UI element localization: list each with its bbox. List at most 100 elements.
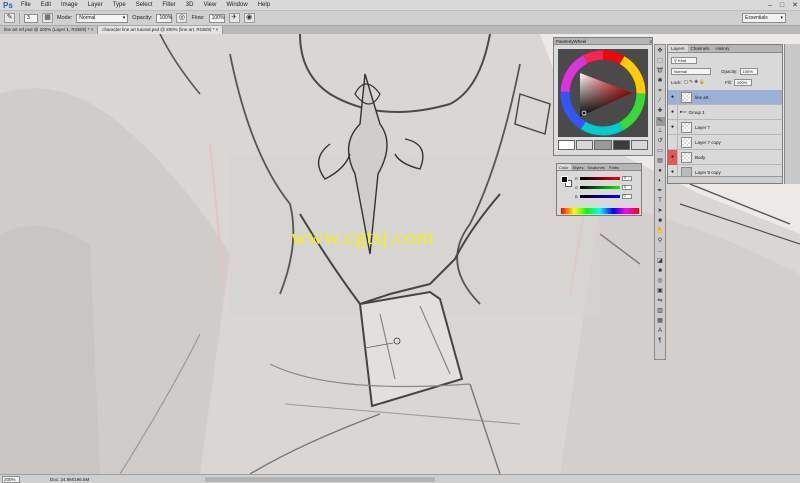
swatch[interactable]: [630, 140, 649, 150]
brush-icon[interactable]: ✎: [655, 117, 665, 126]
eyedropper-icon[interactable]: ⁄: [656, 97, 665, 106]
layer-row-body[interactable]: ● Body: [668, 149, 782, 165]
menu-select[interactable]: Select: [131, 0, 158, 11]
move-icon[interactable]: ✥: [656, 47, 665, 56]
screen-mode-icon[interactable]: ▣: [656, 287, 665, 296]
fill-field[interactable]: 100%: [733, 78, 752, 86]
quick-mask-icon[interactable]: ◎: [656, 277, 665, 286]
dodge-icon[interactable]: ◐: [656, 177, 665, 186]
close-icon[interactable]: ×: [91, 27, 94, 32]
doc-tab-character-line-art[interactable]: character line art tutorial.psd @ 200% (…: [98, 26, 224, 34]
slider-track-b[interactable]: [579, 195, 620, 198]
zoom-icon[interactable]: ⚲: [656, 237, 665, 246]
swatch[interactable]: [558, 140, 576, 150]
default-colors-icon[interactable]: ◪: [656, 257, 665, 266]
swatch[interactable]: [576, 140, 594, 150]
shape-icon[interactable]: ■: [656, 217, 665, 226]
brush-presets-icon[interactable]: ▦: [656, 317, 665, 326]
hand-icon[interactable]: ✋: [656, 227, 665, 236]
clone-source-icon[interactable]: ▥: [656, 307, 665, 316]
blend-mode-select[interactable]: Normal: [671, 67, 711, 75]
slider-value[interactable]: 0: [622, 185, 633, 190]
photoshop-window: Ps File Edit Image Layer Type Select Fil…: [0, 0, 800, 483]
gradient-icon[interactable]: ▤: [656, 157, 665, 166]
character-icon[interactable]: A: [656, 327, 665, 336]
zoom-field[interactable]: 200%: [2, 475, 20, 483]
foreground-color-swatch[interactable]: [561, 176, 568, 183]
menu-filter[interactable]: Filter: [157, 0, 180, 11]
color-wheel[interactable]: [558, 49, 648, 137]
workspace-select[interactable]: Essentials ▾: [742, 13, 786, 23]
slider-track-r[interactable]: [579, 177, 620, 180]
healing-icon[interactable]: ✚: [656, 107, 665, 116]
slider-track-g[interactable]: [580, 186, 621, 189]
foreground-background-icon[interactable]: ■: [656, 267, 665, 276]
crop-icon[interactable]: ⌗: [656, 87, 665, 96]
workspace-toggle-icon[interactable]: ⇋: [656, 297, 665, 306]
airbrush-icon[interactable]: ✈: [228, 13, 240, 23]
marquee-icon[interactable]: ⬚: [656, 57, 665, 66]
slider-value[interactable]: 0: [621, 194, 632, 199]
tab-styles[interactable]: Styles: [571, 164, 586, 170]
tab-history[interactable]: History: [713, 45, 733, 52]
layer-row-layer-7-copy[interactable]: Layer 7 copy: [668, 134, 782, 150]
paragraph-icon[interactable]: ¶: [656, 337, 665, 346]
close-icon[interactable]: ×: [216, 27, 219, 32]
panel-title-bar[interactable]: PainterlyWheel ≡: [554, 38, 652, 45]
menu-type[interactable]: Type: [108, 0, 131, 11]
visibility-eye-icon[interactable]: ●: [668, 89, 678, 105]
stamp-icon[interactable]: ⊥: [656, 127, 665, 136]
quick-select-icon[interactable]: ✱: [656, 77, 665, 86]
menu-3d[interactable]: 3D: [181, 0, 199, 11]
pen-icon[interactable]: ✒: [656, 187, 665, 196]
visibility-eye-icon[interactable]: ●: [668, 104, 678, 120]
layer-row-layer-7[interactable]: ● Layer 7: [668, 119, 782, 135]
minimize-icon[interactable]: –: [768, 0, 772, 11]
brush-panel-icon[interactable]: ▦: [42, 13, 53, 23]
panel-menu-icon[interactable]: ≡: [649, 38, 652, 44]
flow-field[interactable]: 100%: [208, 13, 225, 23]
tab-channels[interactable]: Channels: [688, 45, 713, 52]
more-tools-icon[interactable]: …: [656, 247, 665, 256]
pressure-size-icon[interactable]: ◉: [243, 13, 255, 23]
history-brush-icon[interactable]: ↺: [656, 137, 665, 146]
menu-window[interactable]: Window: [221, 0, 252, 11]
layer-opacity-field[interactable]: 100%: [739, 67, 758, 75]
pressure-opacity-icon[interactable]: ◎: [176, 13, 188, 23]
lock-icon[interactable]: ▢ ✎ ✥ 🔒: [684, 79, 705, 85]
slider-value[interactable]: 0: [621, 176, 632, 181]
swatch[interactable]: [612, 140, 630, 150]
opacity-field[interactable]: 100%: [156, 13, 173, 23]
tab-layers[interactable]: Layers: [668, 45, 688, 52]
mode-select[interactable]: Normal ▾: [76, 13, 129, 23]
menu-help[interactable]: Help: [253, 0, 275, 11]
path-select-icon[interactable]: ➤: [656, 207, 665, 216]
blur-icon[interactable]: ●: [656, 167, 665, 176]
menu-image[interactable]: Image: [56, 0, 83, 11]
kind-filter-select[interactable]: ⚲ Kind: [671, 56, 697, 64]
brush-size-picker[interactable]: 3: [24, 13, 38, 23]
doc-tab-line-art-ref[interactable]: line art ref.psd @ 200% (Layer 1, RGB/8)…: [0, 26, 99, 34]
menu-view[interactable]: View: [198, 0, 221, 11]
lasso-icon[interactable]: ➰: [656, 67, 665, 76]
maximize-icon[interactable]: □: [780, 0, 784, 11]
tab-swatches[interactable]: Swatches: [585, 164, 606, 170]
layer-row-line-art[interactable]: ● line art: [668, 89, 782, 105]
color-spectrum-bar[interactable]: [561, 208, 639, 214]
visibility-eye-icon[interactable]: ●: [668, 119, 678, 135]
menu-file[interactable]: File: [16, 0, 36, 11]
brush-preset-icon[interactable]: ✎: [4, 13, 15, 23]
type-icon[interactable]: T: [656, 197, 665, 206]
doc-size-readout[interactable]: Doc: 24.9M/196.5M: [50, 477, 89, 482]
menu-layer[interactable]: Layer: [83, 0, 108, 11]
menu-edit[interactable]: Edit: [36, 0, 56, 11]
eraser-icon[interactable]: ▭: [656, 147, 665, 156]
close-icon[interactable]: ✕: [792, 0, 798, 11]
layer-row-group-1[interactable]: ● ▸▭ Group 1: [668, 104, 782, 120]
visibility-eye-icon[interactable]: [668, 134, 678, 150]
swatch[interactable]: [594, 140, 612, 150]
tab-paths[interactable]: Paths: [607, 164, 621, 170]
tab-color[interactable]: Color: [557, 164, 571, 170]
horizontal-scrollbar[interactable]: [205, 477, 435, 482]
visibility-eye-icon[interactable]: ●: [668, 149, 678, 165]
